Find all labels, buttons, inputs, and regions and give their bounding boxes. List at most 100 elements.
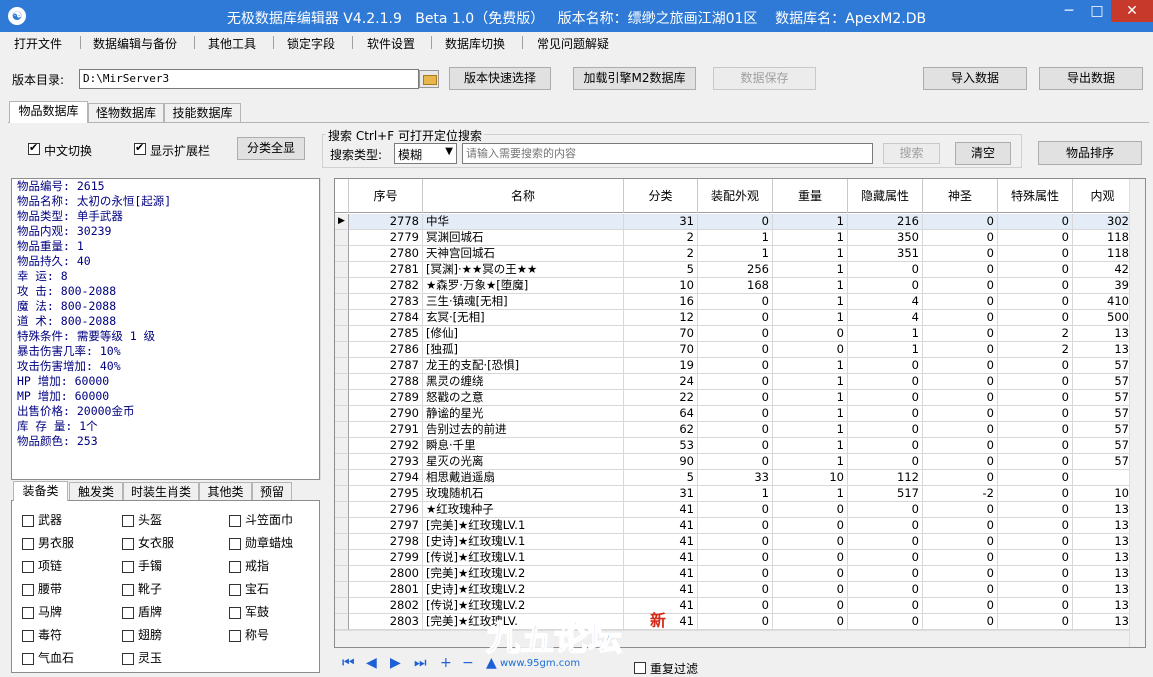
table-cell[interactable]: 0	[998, 470, 1073, 486]
category-item[interactable]: 斗笠面巾	[229, 511, 293, 528]
category-checkbox[interactable]	[122, 560, 134, 573]
table-cell[interactable]: 星灭の光离	[423, 454, 624, 470]
table-cell[interactable]: 4	[848, 294, 923, 310]
clear-button[interactable]: 清空	[955, 142, 1011, 165]
row-indicator[interactable]	[335, 406, 349, 422]
table-cell[interactable]: 350	[848, 230, 923, 246]
table-cell[interactable]: 1	[773, 454, 848, 470]
next-record-button[interactable]: ▶	[390, 656, 401, 670]
category-item[interactable]: 毒符	[22, 626, 62, 643]
table-cell[interactable]: 0	[998, 454, 1073, 470]
table-cell[interactable]: 0	[698, 310, 773, 326]
category-checkbox[interactable]	[122, 537, 134, 550]
category-item[interactable]: 称号	[229, 626, 269, 643]
first-record-button[interactable]: ⏮	[342, 656, 355, 670]
table-cell[interactable]: 2795	[349, 486, 423, 502]
category-item[interactable]: 灵玉	[122, 649, 162, 666]
table-row[interactable]: 2781 [冥渊]·★★冥の王★★ 5 256 1 0 0 0 42	[335, 262, 1133, 278]
category-item[interactable]: 靴子	[122, 580, 162, 597]
table-cell[interactable]: 0	[923, 214, 998, 230]
table-cell[interactable]: 2786	[349, 342, 423, 358]
table-cell[interactable]: 告别过去的前进	[423, 422, 624, 438]
table-cell[interactable]: 0	[998, 294, 1073, 310]
table-row[interactable]: 2790 静谧的星光 64 0 1 0 0 0 57	[335, 406, 1133, 422]
horizontal-scrollbar[interactable]	[335, 630, 1130, 647]
row-indicator[interactable]	[335, 326, 349, 342]
table-cell[interactable]: 0	[698, 358, 773, 374]
category-checkbox[interactable]	[229, 514, 241, 527]
table-cell[interactable]: 0	[998, 374, 1073, 390]
menu-open-file[interactable]: 打开文件	[14, 35, 62, 52]
tab-other[interactable]: 其他类	[199, 482, 252, 502]
row-indicator[interactable]	[335, 502, 349, 518]
table-cell[interactable]: 41	[624, 502, 698, 518]
table-cell[interactable]: 10	[773, 470, 848, 486]
table-cell[interactable]: 0	[698, 390, 773, 406]
table-cell[interactable]: 2791	[349, 422, 423, 438]
table-cell[interactable]: 0	[848, 566, 923, 582]
menu-faq[interactable]: 常见问题解疑	[537, 35, 609, 52]
table-cell[interactable]: 2793	[349, 454, 423, 470]
table-cell[interactable]: 0	[998, 486, 1073, 502]
menu-lock-fields[interactable]: 锁定字段	[287, 35, 335, 52]
table-cell[interactable]: 10	[1073, 486, 1133, 502]
table-cell[interactable]: 冥渊回城石	[423, 230, 624, 246]
table-cell[interactable]: 0	[698, 550, 773, 566]
menu-settings[interactable]: 软件设置	[367, 35, 415, 52]
table-cell[interactable]: 31	[624, 486, 698, 502]
table-row[interactable]: 2797 [完美]★红玫瑰LV.1 41 0 0 0 0 0 13	[335, 518, 1133, 534]
table-cell[interactable]: 2797	[349, 518, 423, 534]
table-row[interactable]: 2794 相思戴逍遥扇 5 33 10 112 0 0	[335, 470, 1133, 486]
category-checkbox[interactable]	[22, 537, 34, 550]
table-cell[interactable]: 2	[998, 326, 1073, 342]
table-cell[interactable]: 1	[773, 310, 848, 326]
row-indicator[interactable]	[335, 294, 349, 310]
chinese-toggle-checkbox[interactable]	[28, 141, 40, 155]
table-cell[interactable]: 黑灵の缠绕	[423, 374, 624, 390]
table-cell[interactable]: 41	[624, 534, 698, 550]
table-cell[interactable]: -2	[923, 486, 998, 502]
table-cell[interactable]: 13	[1073, 582, 1133, 598]
table-row[interactable]: 2789 怒戳の之意 22 0 1 0 0 0 57	[335, 390, 1133, 406]
table-cell[interactable]: 2798	[349, 534, 423, 550]
table-row[interactable]: 2799 [传说]★红玫瑰LV.1 41 0 0 0 0 0 13	[335, 550, 1133, 566]
row-indicator[interactable]	[335, 374, 349, 390]
table-cell[interactable]: 2796	[349, 502, 423, 518]
table-cell[interactable]: 0	[773, 582, 848, 598]
table-cell[interactable]: 2794	[349, 470, 423, 486]
table-cell[interactable]: 0	[923, 550, 998, 566]
category-item[interactable]: 宝石	[229, 580, 269, 597]
table-cell[interactable]: 2801	[349, 582, 423, 598]
table-cell[interactable]: [冥渊]·★★冥の王★★	[423, 262, 624, 278]
table-cell[interactable]: 0	[698, 598, 773, 614]
table-cell[interactable]: 0	[998, 246, 1073, 262]
table-cell[interactable]: 0	[923, 342, 998, 358]
table-cell[interactable]: 2785	[349, 326, 423, 342]
sort-items-button[interactable]: 物品排序	[1038, 141, 1142, 165]
table-cell[interactable]: 24	[624, 374, 698, 390]
table-cell[interactable]: 0	[848, 454, 923, 470]
save-button[interactable]: 数据保存	[713, 67, 816, 90]
table-cell[interactable]: 0	[773, 566, 848, 582]
table-cell[interactable]: [史诗]★红玫瑰LV.1	[423, 534, 624, 550]
table-cell[interactable]: 0	[773, 342, 848, 358]
table-cell[interactable]: 1	[773, 214, 848, 230]
category-checkbox[interactable]	[229, 629, 241, 642]
table-cell[interactable]: 41	[624, 518, 698, 534]
table-cell[interactable]: 0	[698, 518, 773, 534]
table-cell[interactable]: 0	[698, 406, 773, 422]
table-cell[interactable]: 351	[848, 246, 923, 262]
row-indicator[interactable]	[335, 310, 349, 326]
table-cell[interactable]: 0	[923, 502, 998, 518]
table-cell[interactable]: 13	[1073, 518, 1133, 534]
table-cell[interactable]: 0	[998, 262, 1073, 278]
table-cell[interactable]: 302	[1073, 214, 1133, 230]
search-input[interactable]	[462, 143, 873, 164]
table-cell[interactable]: 0	[998, 422, 1073, 438]
category-checkbox[interactable]	[122, 514, 134, 527]
table-row[interactable]: 2780 天神宫回城石 2 1 1 351 0 0 118	[335, 246, 1133, 262]
table-cell[interactable]: 0	[698, 374, 773, 390]
table-cell[interactable]: 1	[698, 486, 773, 502]
table-row[interactable]: 2801 [史诗]★红玫瑰LV.2 41 0 0 0 0 0 13	[335, 582, 1133, 598]
row-indicator[interactable]	[335, 230, 349, 246]
